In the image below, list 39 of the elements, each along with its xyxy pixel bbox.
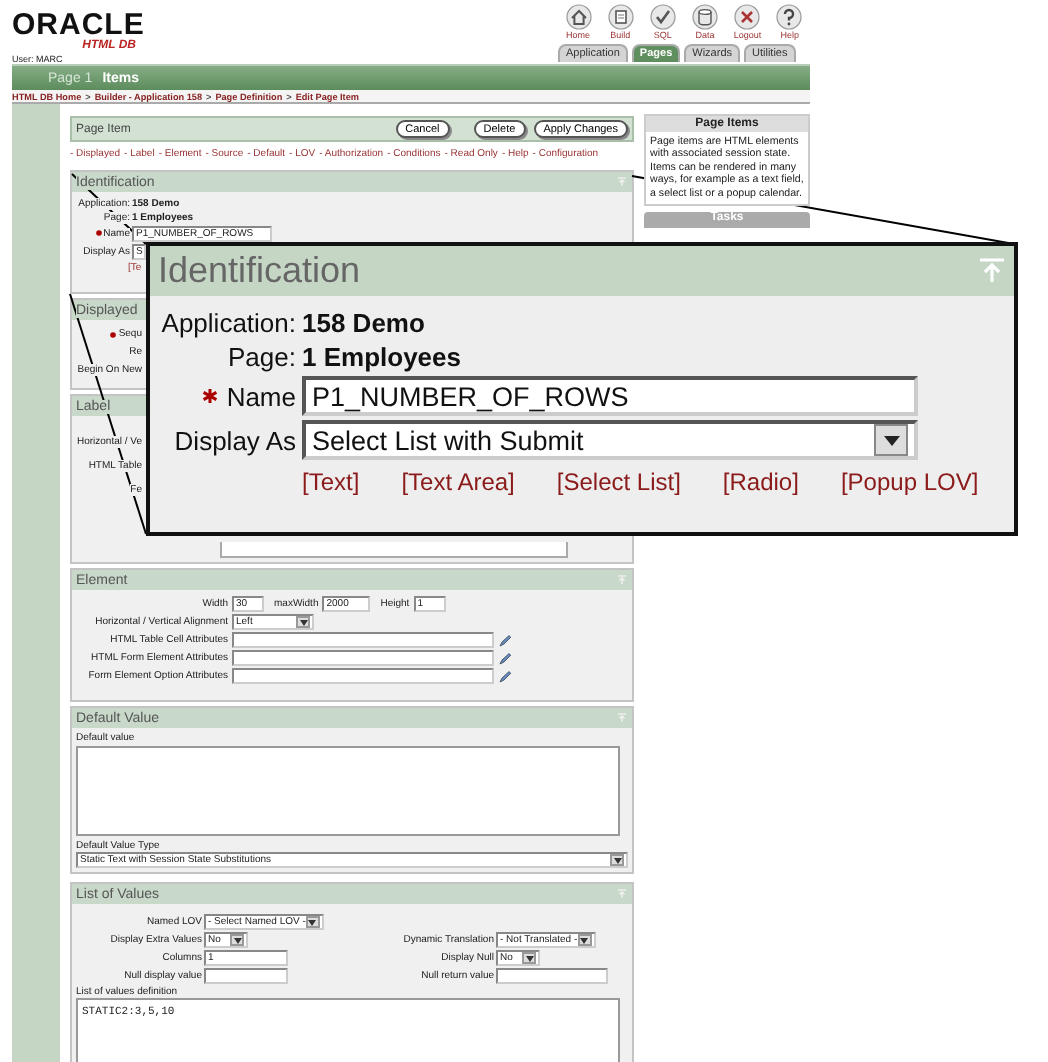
type-link[interactable]: [Text Area] xyxy=(401,468,515,496)
caret-icon xyxy=(525,955,533,961)
caret-icon xyxy=(308,919,317,925)
name-field[interactable]: P1_NUMBER_OF_ROWS xyxy=(302,376,918,416)
text-field[interactable] xyxy=(204,968,288,984)
type-link[interactable]: [Text] xyxy=(302,468,360,496)
caret-icon xyxy=(883,435,899,445)
field-label: Display As xyxy=(172,425,296,455)
text-area[interactable] xyxy=(220,542,568,558)
field-label: Application: xyxy=(159,308,296,338)
collapse-icon xyxy=(616,888,628,900)
attribute-field[interactable] xyxy=(232,650,494,666)
field-value: 1 Employees xyxy=(302,342,463,372)
select-field[interactable]: Select List with Submit xyxy=(302,420,918,460)
caret-icon xyxy=(233,937,241,943)
help-icon xyxy=(776,4,803,30)
database-icon xyxy=(692,4,719,30)
attribute-field[interactable] xyxy=(232,668,494,684)
check-icon xyxy=(649,4,676,30)
section-title: Identification xyxy=(158,250,361,292)
document-icon xyxy=(607,4,634,30)
field-label: Page: xyxy=(226,342,296,372)
type-link[interactable]: [Select List] xyxy=(556,468,681,496)
collapse-icon xyxy=(616,574,628,586)
text-area[interactable] xyxy=(76,746,620,836)
caret-icon xyxy=(580,937,589,943)
caret-icon xyxy=(299,619,307,625)
field-label: Name xyxy=(226,381,296,411)
home-icon xyxy=(565,4,591,30)
collapse-icon xyxy=(616,712,628,724)
attribute-field[interactable] xyxy=(232,632,494,648)
collapse-icon xyxy=(978,258,1006,284)
type-link[interactable]: [Radio] xyxy=(722,468,799,496)
field-value: 158 Demo xyxy=(302,308,427,338)
type-link[interactable]: [Popup LOV] xyxy=(840,468,979,496)
caret-icon xyxy=(613,857,621,863)
cross-icon xyxy=(734,4,761,30)
collapse-icon xyxy=(616,176,628,188)
text-field[interactable] xyxy=(496,968,608,984)
